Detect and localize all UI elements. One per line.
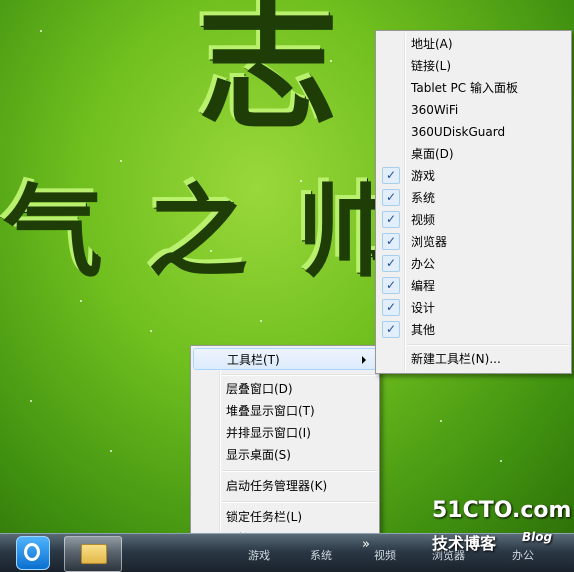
checkmark-icon: ✓ — [382, 189, 400, 206]
menu-item-cascade[interactable]: 层叠窗口(D) — [193, 378, 377, 400]
wallpaper-char-zhi: 志 — [195, 0, 335, 140]
star — [260, 320, 262, 322]
explorer-taskbar-button[interactable] — [64, 536, 122, 572]
submenu-item[interactable]: 桌面(D) — [378, 143, 569, 165]
submenu-item-label: 办公 — [411, 257, 436, 271]
checkmark-icon: ✓ — [382, 299, 400, 316]
star — [150, 330, 152, 332]
submenu-item-label: 游戏 — [411, 169, 436, 183]
toolbar-chevron-icon[interactable]: » — [362, 537, 370, 552]
menu-item-label: 新建工具栏(N)... — [411, 352, 501, 366]
menu-separator — [407, 344, 569, 346]
menu-item-lock-taskbar[interactable]: 锁定任务栏(L) — [193, 506, 377, 528]
checkmark-icon: ✓ — [382, 167, 400, 184]
wallpaper-char-zhi2: 之 — [145, 171, 245, 288]
taskbar-context-menu: 工具栏(T) 层叠窗口(D) 堆叠显示窗口(T) 并排显示窗口(I) 显示桌面(… — [190, 345, 380, 553]
menu-separator — [222, 470, 377, 472]
submenu-item-label: 设计 — [411, 301, 436, 315]
submenu-item[interactable]: 地址(A) — [378, 33, 569, 55]
star — [40, 30, 42, 32]
menu-item-side-by-side[interactable]: 并排显示窗口(I) — [193, 422, 377, 444]
star — [500, 460, 502, 462]
submenu-item[interactable]: 360UDiskGuard — [378, 121, 569, 143]
star — [440, 420, 442, 422]
start-button[interactable] — [16, 536, 50, 570]
submenu-item[interactable]: ✓ 系统 — [378, 187, 569, 209]
submenu-item[interactable]: 链接(L) — [378, 55, 569, 77]
submenu-item-label: 系统 — [411, 191, 436, 205]
checkmark-icon: ✓ — [382, 255, 400, 272]
menu-item-show-desktop[interactable]: 显示桌面(S) — [193, 444, 377, 466]
wallpaper-char-qi: 气 — [0, 171, 100, 288]
menu-item-label: 工具栏(T) — [227, 353, 280, 367]
submenu-item-label: 地址(A) — [411, 37, 453, 51]
submenu-item[interactable]: ✓ 视频 — [378, 209, 569, 231]
folder-icon — [81, 544, 107, 564]
menu-separator — [222, 501, 377, 503]
submenu-item[interactable]: ✓ 其他 — [378, 319, 569, 341]
submenu-item[interactable]: Tablet PC 输入面板 — [378, 77, 569, 99]
menu-item-label: 并排显示窗口(I) — [226, 426, 311, 440]
submenu-item-label: 其他 — [411, 323, 436, 337]
start-logo-icon — [24, 543, 40, 561]
submenu-item-label: Tablet PC 输入面板 — [411, 81, 518, 95]
submenu-item-label: 链接(L) — [411, 59, 452, 73]
watermark-sub: 技术博客 — [432, 534, 497, 553]
submenu-item-label: 360WiFi — [411, 103, 459, 117]
menu-item-label: 启动任务管理器(K) — [226, 479, 328, 493]
menu-item-task-manager[interactable]: 启动任务管理器(K) — [193, 475, 377, 497]
submenu-item-label: 视频 — [411, 213, 436, 227]
menu-item-new-toolbar[interactable]: 新建工具栏(N)... — [378, 348, 569, 370]
taskbar-toolbar-video[interactable]: 视频 — [374, 547, 396, 563]
checkmark-icon: ✓ — [382, 211, 400, 228]
submenu-item-label: 浏览器 — [411, 235, 448, 249]
menu-item-label: 堆叠显示窗口(T) — [226, 404, 315, 418]
menu-item-label: 层叠窗口(D) — [226, 382, 293, 396]
submenu-item-label: 编程 — [411, 279, 436, 293]
star — [110, 450, 112, 452]
menu-item-stack[interactable]: 堆叠显示窗口(T) — [193, 400, 377, 422]
submenu-item-label: 桌面(D) — [411, 147, 454, 161]
submenu-item[interactable]: 360WiFi — [378, 99, 569, 121]
submenu-item[interactable]: ✓ 编程 — [378, 275, 569, 297]
menu-item-label: 锁定任务栏(L) — [226, 510, 303, 524]
toolbars-submenu: 地址(A) 链接(L) Tablet PC 输入面板 360WiFi 360UDiskG… — [375, 30, 572, 374]
submenu-item[interactable]: ✓ 办公 — [378, 253, 569, 275]
menu-item-toolbars[interactable]: 工具栏(T) — [193, 348, 377, 370]
star — [120, 160, 122, 162]
submenu-arrow-icon — [362, 356, 366, 364]
star — [30, 400, 32, 402]
star — [80, 300, 82, 302]
watermark-blog: Blog — [522, 530, 553, 544]
checkmark-icon: ✓ — [382, 233, 400, 250]
taskbar-toolbar-system[interactable]: 系统 — [310, 547, 332, 563]
taskbar-toolbar-games[interactable]: 游戏 — [248, 547, 270, 563]
submenu-item-label: 360UDiskGuard — [411, 125, 506, 139]
menu-item-label: 显示桌面(S) — [226, 448, 291, 462]
checkmark-icon: ✓ — [382, 277, 400, 294]
taskbar-toolbar-office[interactable]: 办公 — [512, 547, 534, 563]
submenu-item[interactable]: ✓ 游戏 — [378, 165, 569, 187]
submenu-item[interactable]: ✓ 浏览器 — [378, 231, 569, 253]
checkmark-icon: ✓ — [382, 321, 400, 338]
menu-separator — [222, 374, 377, 376]
submenu-item[interactable]: ✓ 设计 — [378, 297, 569, 319]
watermark-site: 51CTO.com — [432, 498, 572, 523]
